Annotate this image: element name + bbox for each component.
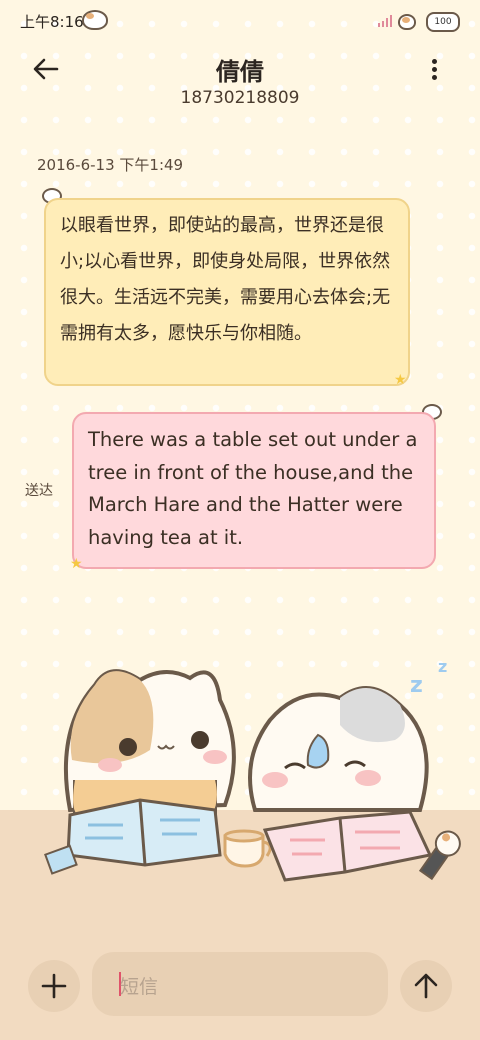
message-input-placeholder: 短信 xyxy=(120,976,159,998)
contact-name: 倩倩 xyxy=(216,58,264,86)
cat-status-icon xyxy=(82,10,108,30)
delivery-status: 送达 xyxy=(25,483,53,499)
wifi-cat-icon xyxy=(398,14,416,30)
message-text: There was a table set out under a tree i… xyxy=(88,428,418,549)
plus-icon[interactable] xyxy=(28,960,80,1012)
star-icon: ★ xyxy=(394,372,407,388)
status-time: 上午8:16 xyxy=(20,13,84,31)
send-arrow-icon[interactable] xyxy=(400,960,452,1012)
contact-phone: 18730218809 xyxy=(180,88,300,108)
right-cat: z z xyxy=(248,657,447,812)
teacup xyxy=(223,829,272,868)
cats-reading-illustration: z z xyxy=(44,657,461,882)
star-icon: ★ xyxy=(70,556,83,572)
outgoing-message-bubble[interactable]: There was a table set out under a tree i… xyxy=(72,412,436,569)
battery-indicator: 100 xyxy=(426,12,460,32)
message-timestamp: 2016-6-13 下午1:49 xyxy=(37,156,184,174)
svg-text:z: z xyxy=(410,673,423,698)
message-input[interactable]: 短信 xyxy=(92,952,388,1016)
more-vertical-icon[interactable] xyxy=(422,56,446,84)
message-text: 以眼看世界，即使站的最高，世界还是很小;以心看世界，即使身处局限，世界依然很大。… xyxy=(60,215,391,344)
left-cat xyxy=(63,669,236,815)
signal-icon xyxy=(378,15,394,27)
status-bar: 上午8:16 100 xyxy=(0,0,480,40)
pink-book xyxy=(262,810,461,882)
svg-text:z: z xyxy=(438,657,447,676)
incoming-message-bubble[interactable]: 以眼看世界，即使站的最高，世界还是很小;以心看世界，即使身处局限，世界依然很大。… xyxy=(44,198,410,386)
